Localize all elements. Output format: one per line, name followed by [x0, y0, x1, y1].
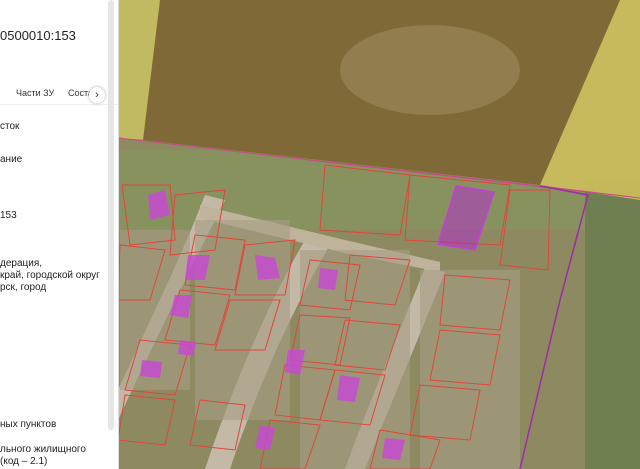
right-vegetation — [585, 180, 640, 469]
map-view[interactable] — [118, 0, 640, 469]
building — [140, 360, 162, 378]
chevron-right-icon[interactable]: › — [89, 87, 105, 103]
field-type-value: сток — [0, 121, 20, 132]
address-line-2: край, городской округ — [0, 270, 100, 281]
building — [318, 268, 338, 290]
building — [178, 340, 196, 356]
address-line-3: рск, город — [0, 282, 47, 293]
permitted-use-line-1: льного жилищного — [0, 444, 86, 455]
info-panel: 0500010:153 Части ЗУ Состав › сток ание … — [0, 0, 119, 469]
scrollbar[interactable] — [108, 0, 114, 430]
field-status-value: ание — [0, 154, 23, 165]
field-number-value: 153 — [0, 210, 17, 221]
cadastral-number: 0500010:153 — [0, 28, 76, 43]
permitted-use-line-2: (код – 2.1) — [0, 456, 48, 467]
field-patch — [340, 25, 520, 115]
land-category-value: ных пунктов — [0, 419, 57, 430]
tab-parts[interactable]: Части ЗУ — [16, 88, 54, 98]
address-line-1: дерация, — [0, 258, 43, 269]
